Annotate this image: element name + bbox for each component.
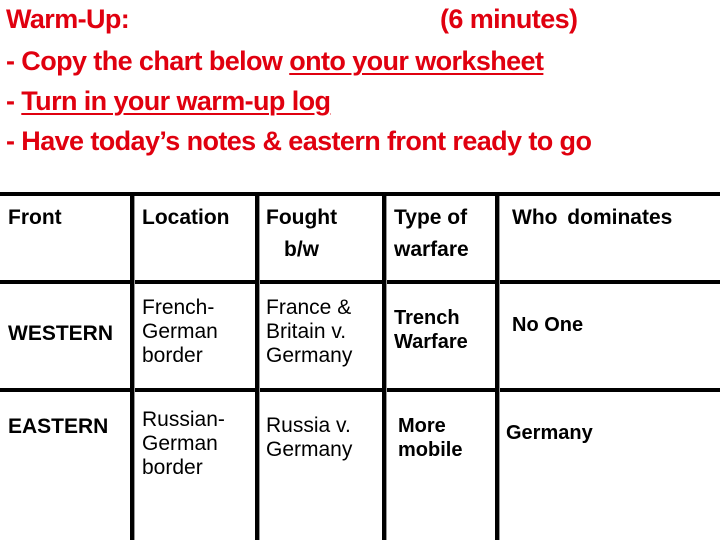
cell-line: Russia v. (266, 414, 351, 437)
header-line: Type of (394, 206, 468, 229)
cell-line: French- (142, 296, 215, 319)
cell-dominates: No One (512, 314, 584, 336)
cell-line: More (398, 415, 446, 437)
bullet-dash: - (6, 86, 22, 116)
cell-line: Russian- (142, 408, 225, 431)
instruction-line-3: - Have today’s notes & eastern front rea… (6, 126, 592, 157)
cell-dominates: Germany (506, 422, 593, 444)
cell-line: Britain v. (266, 320, 347, 343)
instruction-text: Copy the chart below (21, 46, 290, 76)
header-line: b/w (284, 238, 319, 261)
warmup-title: Warm-Up: (6, 4, 130, 35)
header-line: Fought (266, 206, 338, 229)
column-header-fought: Fought b/w (266, 202, 366, 266)
column-header-type: Type of warfare (394, 202, 469, 266)
cell-line: Germany (266, 344, 353, 367)
header-line: warfare (394, 238, 469, 261)
column-divider (495, 196, 500, 540)
cell-fought: France & Britain v. Germany (266, 296, 352, 368)
instruction-underlined-text: onto your worksheet (289, 46, 544, 76)
instruction-line-1: - Copy the chart below onto your workshe… (6, 46, 544, 77)
cell-line: Warfare (394, 331, 468, 353)
cell-fought: Russia v. Germany (266, 414, 352, 462)
column-header-location: Location (142, 206, 230, 229)
cell-type: More mobile (398, 414, 462, 462)
cell-type: Trench Warfare (394, 306, 468, 354)
cell-line: German (142, 320, 218, 343)
column-header-front: Front (8, 206, 62, 229)
column-divider (255, 196, 260, 540)
cell-line: Trench (394, 307, 460, 329)
header-bottom-border (0, 280, 720, 284)
cell-location: French- German border (142, 296, 218, 368)
bullet-dash: - (6, 46, 22, 76)
cell-front: WESTERN (8, 322, 113, 345)
cell-line: border (142, 456, 203, 479)
instruction-line-2: - Turn in your warm-up log (6, 86, 331, 117)
cell-line: German (142, 432, 218, 455)
cell-line: mobile (398, 439, 463, 461)
column-header-dominates: Who dominates (512, 206, 673, 229)
cell-location: Russian- German border (142, 408, 225, 480)
cell-line: France & (266, 296, 352, 319)
instruction-text: Have today’s notes & eastern front ready… (21, 126, 592, 156)
cell-line: border (142, 344, 203, 367)
bullet-dash: - (6, 126, 22, 156)
column-divider (382, 196, 387, 540)
row-divider (0, 388, 720, 392)
column-divider (130, 196, 135, 540)
cell-front: EASTERN (8, 415, 109, 438)
warmup-duration: (6 minutes) (440, 4, 578, 34)
table-top-border (0, 192, 720, 196)
warmup-title-label: Warm-Up: (6, 4, 130, 34)
instruction-underlined-text: Turn in your warm-up log (21, 86, 331, 116)
cell-line: Germany (266, 438, 353, 461)
